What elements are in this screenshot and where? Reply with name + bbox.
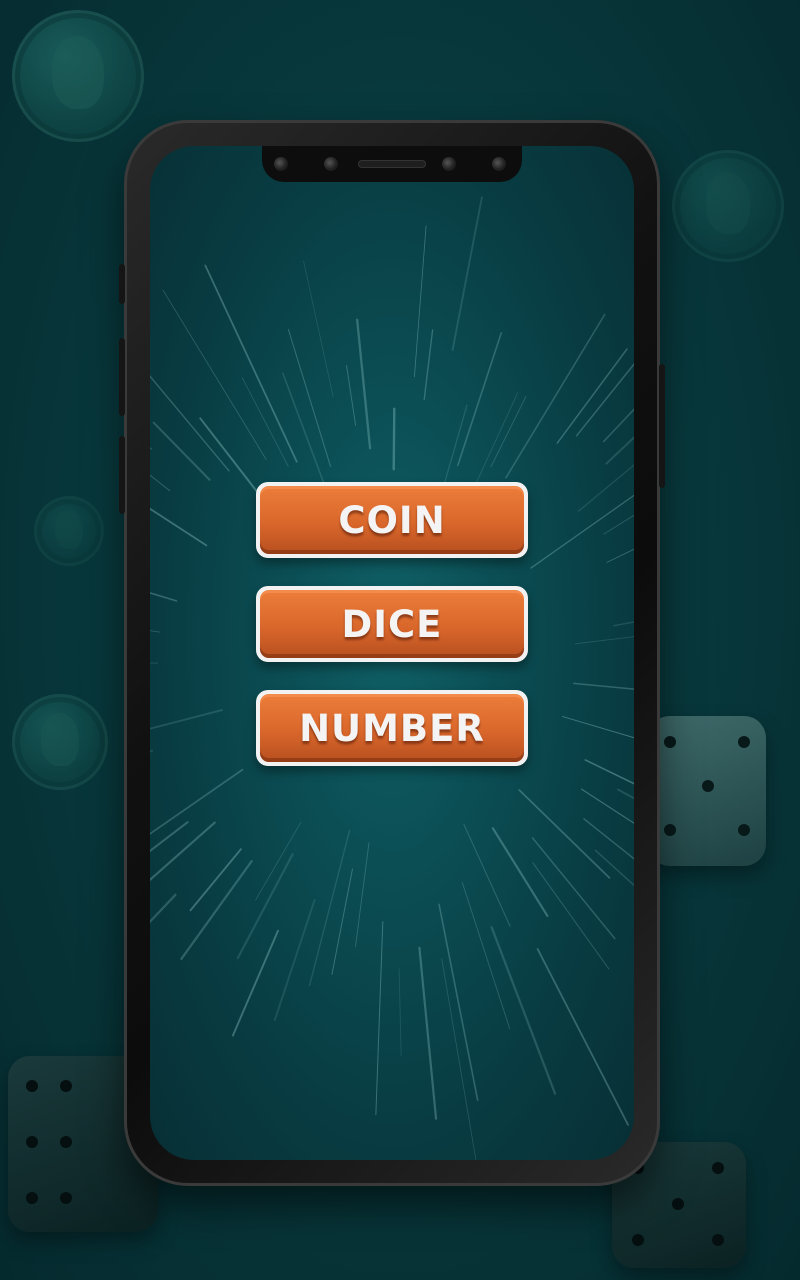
camera-icon xyxy=(274,157,288,171)
light-ray xyxy=(531,837,616,940)
coin-icon xyxy=(672,150,784,262)
camera-icon xyxy=(492,157,506,171)
phone-frame: COIN DICE NUMBER xyxy=(119,120,665,1186)
coin-icon xyxy=(12,694,108,790)
light-ray xyxy=(562,716,634,739)
game-mode-menu: COIN DICE NUMBER xyxy=(256,482,528,794)
phone-screen: COIN DICE NUMBER xyxy=(150,146,634,1160)
light-ray xyxy=(603,514,634,535)
light-ray xyxy=(150,507,208,547)
light-ray xyxy=(150,821,189,853)
number-button-face: NUMBER xyxy=(260,694,524,762)
light-ray xyxy=(583,818,634,860)
light-ray xyxy=(204,264,298,463)
light-ray xyxy=(189,848,242,912)
light-ray xyxy=(355,318,372,450)
camera-icon xyxy=(324,157,338,171)
light-ray xyxy=(152,421,211,481)
light-ray xyxy=(303,260,334,398)
light-ray xyxy=(273,899,316,1021)
light-ray xyxy=(150,893,177,924)
side-button xyxy=(119,264,125,304)
light-ray xyxy=(451,196,483,351)
light-ray xyxy=(150,446,153,450)
light-ray xyxy=(398,968,402,1057)
light-ray xyxy=(536,948,629,1126)
light-ray xyxy=(414,225,427,378)
dice-button-face: DICE xyxy=(260,590,524,658)
light-ray xyxy=(150,375,230,472)
light-ray xyxy=(162,289,267,460)
light-ray xyxy=(308,830,351,987)
dice-button-label: DICE xyxy=(341,602,443,646)
number-button[interactable]: NUMBER xyxy=(256,690,528,766)
light-ray xyxy=(441,958,477,1160)
light-ray xyxy=(150,630,161,633)
light-ray xyxy=(418,946,438,1120)
light-ray xyxy=(490,926,557,1095)
light-ray xyxy=(150,768,244,835)
light-ray xyxy=(532,862,610,970)
light-ray xyxy=(575,362,634,437)
speaker-grille xyxy=(358,160,426,168)
die-icon xyxy=(648,716,766,866)
light-ray xyxy=(241,377,289,467)
light-ray xyxy=(150,592,178,602)
light-ray xyxy=(375,921,384,1116)
dice-button[interactable]: DICE xyxy=(256,586,528,662)
light-ray xyxy=(594,849,634,887)
light-ray xyxy=(490,396,527,468)
light-ray xyxy=(518,789,611,879)
light-ray xyxy=(355,842,370,948)
coin-icon xyxy=(12,10,144,142)
light-ray xyxy=(572,682,634,690)
light-ray xyxy=(392,407,396,471)
coin-icon xyxy=(34,496,104,566)
coin-button-label: COIN xyxy=(338,498,446,542)
light-ray xyxy=(616,788,634,800)
light-ray xyxy=(456,332,503,467)
sensor-icon xyxy=(442,157,456,171)
light-ray xyxy=(423,329,434,401)
side-button xyxy=(119,338,125,416)
light-ray xyxy=(150,662,159,664)
coin-button-face: COIN xyxy=(260,486,524,554)
light-ray xyxy=(150,821,216,882)
side-button xyxy=(119,436,125,514)
light-ray xyxy=(505,313,606,479)
light-ray xyxy=(150,709,223,730)
light-ray xyxy=(574,636,634,645)
light-ray xyxy=(282,372,331,500)
light-ray xyxy=(438,903,479,1101)
light-ray xyxy=(346,364,357,426)
number-button-label: NUMBER xyxy=(299,706,485,750)
light-ray xyxy=(150,749,154,753)
light-ray xyxy=(584,759,634,785)
light-ray xyxy=(612,621,634,627)
light-ray xyxy=(556,348,628,444)
power-button xyxy=(659,364,665,488)
light-ray xyxy=(463,823,511,927)
light-ray xyxy=(231,929,279,1037)
light-ray xyxy=(605,436,634,465)
light-ray xyxy=(602,408,634,443)
light-ray xyxy=(577,464,634,512)
coin-button[interactable]: COIN xyxy=(256,482,528,558)
light-ray xyxy=(255,821,302,901)
phone-notch xyxy=(262,146,522,182)
